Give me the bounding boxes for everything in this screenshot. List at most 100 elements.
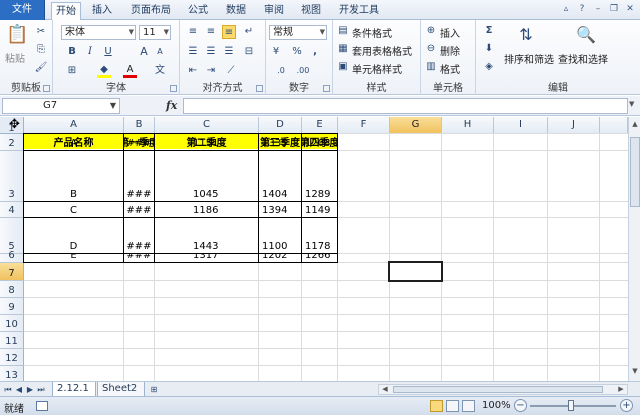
font-size-combo[interactable]: 11 ▼ [139, 25, 171, 40]
restore-icon[interactable]: ❐ [608, 3, 620, 15]
orientation-icon[interactable]: ⟋ [224, 64, 238, 78]
formula-input[interactable] [183, 98, 628, 114]
align-bottom-icon[interactable]: ≡ [222, 25, 236, 39]
macro-record-icon[interactable] [36, 401, 48, 411]
clipboard-launcher-icon[interactable] [43, 85, 50, 92]
zoom-in-icon[interactable]: + [620, 399, 633, 412]
scroll-down-icon[interactable]: ▼ [631, 367, 639, 375]
font-color-button[interactable]: A [123, 64, 137, 78]
tab-formulas[interactable]: 公式 [183, 2, 213, 20]
row-header-13[interactable]: 13 [0, 366, 24, 381]
vertical-scroll-thumb[interactable] [630, 137, 640, 207]
row-header-12[interactable]: 12 [0, 349, 24, 366]
worksheet-grid[interactable]: ✥ ABCDEFGHIJ12345678910111213产品名称第一季度第二季… [0, 117, 628, 381]
close-icon[interactable]: ✕ [624, 3, 636, 15]
normal-view-icon[interactable] [430, 400, 443, 412]
row-header-3[interactable]: 3 [0, 151, 24, 202]
grow-font-button[interactable]: A [137, 45, 151, 59]
paste-icon[interactable]: 📋 [6, 24, 28, 46]
vertical-scrollbar[interactable]: ▲ ▼ [628, 117, 640, 381]
page-layout-view-icon[interactable] [446, 400, 459, 412]
table-cell[interactable]: ### [124, 134, 154, 150]
phonetic-icon[interactable]: 文 [153, 64, 167, 78]
column-header-a[interactable]: A [24, 117, 124, 134]
format-painter-icon[interactable]: 🖌 [34, 61, 48, 75]
font-name-combo[interactable]: 宋体 ▼ [61, 25, 136, 40]
zoom-out-icon[interactable]: − [514, 399, 527, 412]
table-cell[interactable]: 1203 [305, 134, 337, 150]
tab-developer[interactable]: 开发工具 [334, 2, 384, 20]
paste-label[interactable]: 粘贴 [5, 50, 25, 65]
borders-icon[interactable]: ⊞ [65, 64, 79, 78]
row-header-9[interactable]: 9 [0, 298, 24, 315]
number-launcher-icon[interactable] [323, 85, 330, 92]
table-cell[interactable]: D [24, 218, 123, 253]
last-sheet-icon[interactable]: ⏭ [36, 384, 46, 395]
tab-page-layout[interactable]: 页面布局 [126, 2, 176, 20]
tab-file[interactable]: 文件 [0, 0, 45, 20]
column-header-b[interactable]: B [124, 117, 155, 134]
table-cell[interactable]: 1186 [193, 202, 258, 217]
currency-button[interactable]: ¥ [269, 45, 283, 59]
table-cell[interactable]: 1266 [305, 254, 337, 262]
comma-button[interactable]: , [308, 45, 322, 59]
column-header-j[interactable]: J [548, 117, 600, 134]
increase-decimal-icon[interactable]: .0 [274, 64, 288, 78]
sort-filter-icon[interactable]: ⇅ [515, 24, 537, 46]
column-header-d[interactable]: D [259, 117, 302, 134]
page-break-view-icon[interactable] [462, 400, 475, 412]
row-header-4[interactable]: 4 [0, 202, 24, 218]
table-cell[interactable]: E [24, 254, 123, 262]
conditional-format-button[interactable]: 条件格式 [352, 25, 392, 40]
column-header-h[interactable]: H [442, 117, 494, 134]
find-select-icon[interactable]: 🔍 [575, 24, 597, 46]
next-sheet-icon[interactable]: ▶ [25, 384, 35, 395]
horizontal-scrollbar[interactable]: ◀ ▶ [378, 384, 628, 395]
wrap-text-icon[interactable]: ↵ [242, 25, 256, 39]
align-left-icon[interactable]: ☰ [186, 45, 200, 59]
row-header-6[interactable]: 6 [0, 250, 24, 263]
percent-button[interactable]: % [290, 45, 304, 59]
minimize-icon[interactable]: – [592, 3, 604, 15]
table-cell[interactable]: ### [124, 202, 154, 217]
table-cell[interactable]: A [24, 134, 123, 150]
table-cell[interactable]: 1178 [305, 218, 337, 253]
underline-button[interactable]: U [101, 45, 115, 59]
column-header-i[interactable]: I [494, 117, 548, 134]
table-cell[interactable]: 1335 [262, 134, 301, 150]
table-cell[interactable]: 1317 [193, 254, 258, 262]
help-icon[interactable]: ? [576, 3, 588, 15]
row-header-8[interactable]: 8 [0, 281, 24, 298]
sort-filter-button[interactable]: 排序和筛选 [504, 51, 554, 66]
find-select-button[interactable]: 查找和选择 [558, 51, 608, 66]
delete-cells-button[interactable]: 删除 [440, 43, 460, 58]
insert-function-button[interactable]: fx [166, 98, 180, 114]
column-header-e[interactable]: E [302, 117, 338, 134]
italic-button[interactable]: I [83, 45, 97, 59]
shrink-font-button[interactable]: A [153, 45, 167, 59]
decrease-indent-icon[interactable]: ⇤ [186, 64, 200, 78]
name-box[interactable]: G7 ▼ [2, 98, 120, 114]
table-cell[interactable]: C [24, 202, 123, 217]
sheet-tab-2-12-1[interactable]: 2.12.1 [52, 382, 96, 397]
fill-icon[interactable]: ⬇ [482, 42, 496, 56]
format-cells-button[interactable]: 格式 [440, 61, 460, 76]
table-cell[interactable]: ### [124, 218, 154, 253]
bold-button[interactable]: B [65, 45, 79, 59]
table-cell[interactable]: 1100 [262, 218, 301, 253]
scroll-right-icon[interactable]: ▶ [617, 385, 625, 393]
table-cell[interactable]: ### [124, 151, 154, 201]
tab-data[interactable]: 数据 [221, 2, 251, 20]
table-cell[interactable]: 1151 [193, 134, 258, 150]
table-cell[interactable]: 1289 [305, 151, 337, 201]
minimize-ribbon-icon[interactable]: ▵ [560, 3, 572, 15]
prev-sheet-icon[interactable]: ◀ [14, 384, 24, 395]
table-cell[interactable]: 1045 [193, 151, 258, 201]
scroll-left-icon[interactable]: ◀ [381, 385, 389, 393]
autosum-button[interactable]: Σ [482, 24, 496, 38]
table-cell[interactable]: 1394 [262, 202, 301, 217]
table-cell[interactable]: 1202 [262, 254, 301, 262]
cut-icon[interactable]: ✂ [34, 25, 48, 39]
tab-view[interactable]: 视图 [296, 2, 326, 20]
row-header-2[interactable]: 2 [0, 134, 24, 151]
